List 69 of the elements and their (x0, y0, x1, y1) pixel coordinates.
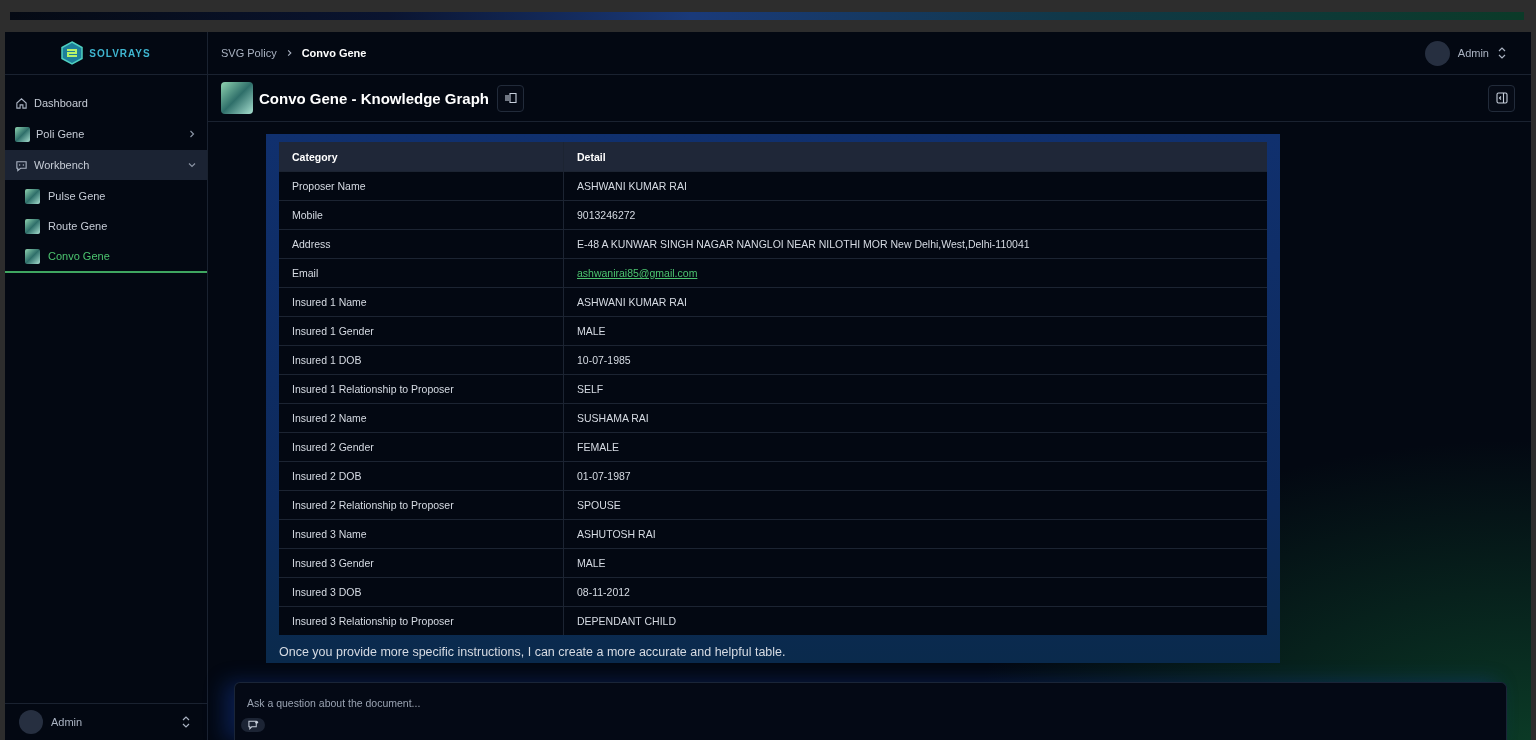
table-cell: Insured 2 Relationship to Proposer (279, 490, 564, 520)
table-cell: Insured 3 DOB (279, 577, 564, 607)
table-cell: Proposer Name (279, 171, 564, 201)
email-link[interactable]: ashwanirai85@gmail.com (577, 267, 698, 279)
table-cell: FEMALE (563, 432, 1267, 462)
thumbnail-image (25, 218, 40, 234)
chevron-down-icon (187, 160, 197, 170)
table-cell: Insured 2 Gender (279, 432, 564, 462)
avatar (19, 710, 43, 734)
table-cell: Insured 1 DOB (279, 345, 564, 375)
question-input[interactable]: Ask a question about the document... (247, 693, 1494, 713)
thumbnail-image (15, 126, 30, 142)
sidebar-item[interactable]: Poli Gene (5, 119, 207, 149)
chevron-up-down-icon[interactable] (181, 715, 191, 729)
sidebar-subitem[interactable]: Convo Gene (5, 241, 207, 273)
panel-icon (1495, 92, 1508, 104)
user-name: Admin (51, 716, 84, 728)
sidebar-item[interactable]: Workbench (5, 150, 207, 180)
chat-icon (247, 720, 259, 730)
table-cell: Mobile (279, 200, 564, 230)
chat-mode-button[interactable] (241, 718, 265, 732)
column-header: Detail (563, 142, 1267, 172)
thumbnail-image (25, 188, 40, 204)
table-cell: ASHWANI KUMAR RAI (563, 287, 1267, 317)
table-cell: 10-07-1985 (563, 345, 1267, 375)
sidebar-item[interactable]: Dashboard (5, 88, 207, 118)
table-cell: SELF (563, 374, 1267, 404)
table-cell: DEPENDANT CHILD (563, 606, 1267, 635)
table-cell: SUSHAMA RAI (563, 403, 1267, 433)
thumbnail-image (25, 248, 40, 264)
breadcrumb-item[interactable]: SVG Policy (221, 47, 277, 59)
table-cell: MALE (563, 316, 1267, 346)
thumbnail-image (221, 82, 253, 114)
hexagon-logo-icon (61, 41, 84, 65)
chevron-right-icon (187, 129, 197, 139)
table-cell: Address (279, 229, 564, 259)
table-cell: Insured 2 Name (279, 403, 564, 433)
home-icon (15, 96, 28, 110)
table-cell: Insured 1 Gender (279, 316, 564, 346)
table-cell: Insured 3 Relationship to Proposer (279, 606, 564, 635)
brand-name: SOLVRAYS (89, 47, 151, 59)
table-cell: E-48 A KUNWAR SINGH NAGAR NANGLOI NEAR NILOTHI MOR New Delhi,West,Delhi-110041 (563, 229, 1267, 259)
table-cell: SPOUSE (563, 490, 1267, 520)
table-cell: Insured 1 Name (279, 287, 564, 317)
page-title: Convo Gene - Knowledge Graph (259, 89, 490, 107)
sidebar-subitem[interactable]: Pulse Gene (5, 181, 207, 211)
sidebar-toggle-button[interactable] (1488, 84, 1515, 112)
table-cell: 08-11-2012 (563, 577, 1267, 607)
table-cell: Insured 3 Gender (279, 548, 564, 578)
table-cell: Email (279, 258, 564, 288)
table-cell: ASHUTOSH RAI (563, 519, 1267, 549)
sidebar-subitem[interactable]: Route Gene (5, 211, 207, 241)
table-cell: Insured 2 DOB (279, 461, 564, 491)
table-cell: 01-07-1987 (563, 461, 1267, 491)
message-text: Once you provide more specific instructions, I can create a more accurate and helpful table. (279, 645, 787, 659)
table-cell: ASHWANI KUMAR RAI (563, 171, 1267, 201)
panel-toggle-button[interactable] (497, 84, 525, 112)
avatar (1424, 40, 1450, 66)
panel-icon (504, 92, 517, 104)
table-cell: MALE (563, 548, 1267, 578)
user-name: Admin (1457, 47, 1489, 59)
table-cell: 9013246272 (563, 200, 1267, 230)
table-cell: Insured 3 Name (279, 519, 564, 549)
breadcrumb-item[interactable]: Convo Gene (301, 47, 367, 59)
chevron-up-down-icon[interactable] (1497, 46, 1507, 60)
column-header: Category (279, 142, 564, 172)
chat-icon (15, 158, 28, 172)
question-field[interactable]: Ask a question about the document... (234, 682, 1507, 740)
table-cell: Insured 1 Relationship to Proposer (279, 374, 564, 404)
